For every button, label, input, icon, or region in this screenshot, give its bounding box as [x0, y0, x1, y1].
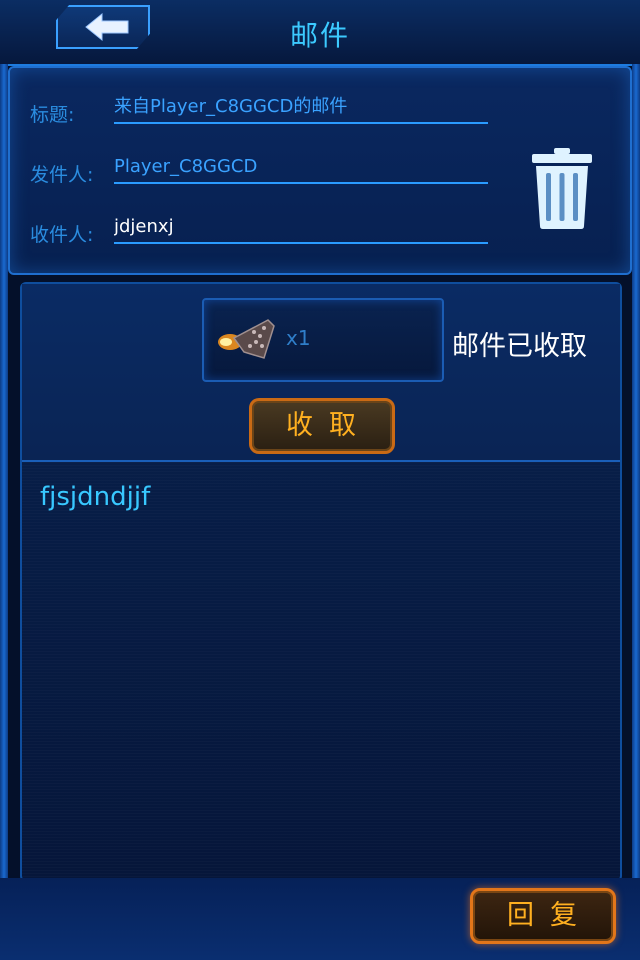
collect-button[interactable]: 收取 — [249, 398, 395, 454]
mail-info-panel: 标题: 来自Player_C8GGCD的邮件 发件人: Player_C8GGC… — [8, 66, 632, 275]
sender-label: 发件人: — [30, 164, 94, 186]
mail-body-text: fjsjdndjjf — [40, 482, 151, 512]
mail-content-panel: x1 邮件已收取 收取 fjsjdndjjf — [20, 282, 622, 882]
trash-icon[interactable] — [530, 146, 594, 230]
attachment-slot[interactable]: x1 — [202, 298, 444, 382]
subject-field: 来自Player_C8GGCD的邮件 — [114, 94, 488, 124]
collected-status-text: 邮件已收取 — [452, 331, 587, 362]
recipient-label: 收件人: — [30, 224, 94, 246]
item-count: x1 — [286, 326, 311, 350]
header-bar: 邮件 — [0, 0, 640, 66]
recipient-field: jdjenxj — [114, 214, 488, 244]
right-frame-rail — [632, 64, 640, 960]
subject-label: 标题: — [30, 104, 75, 126]
attachment-area: x1 邮件已收取 收取 — [22, 284, 620, 462]
sender-field: Player_C8GGCD — [114, 154, 488, 184]
page-title: 邮件 — [289, 19, 350, 52]
ship-wing-item-icon — [218, 319, 275, 359]
left-frame-rail — [0, 64, 8, 960]
reply-button[interactable]: 回复 — [470, 888, 616, 944]
